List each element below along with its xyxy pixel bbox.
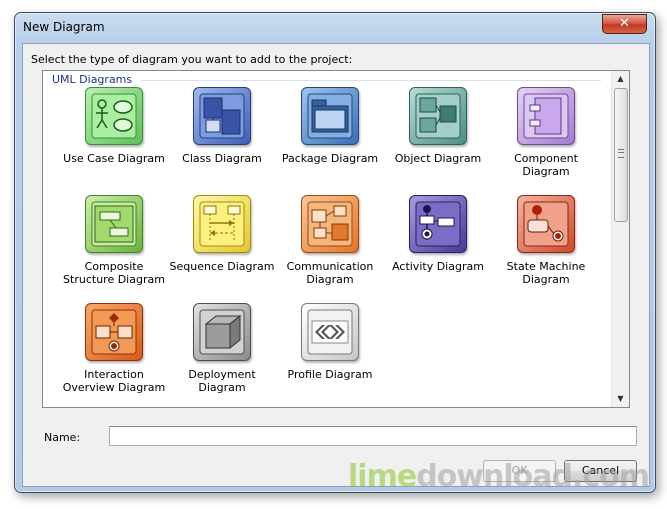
deployment-icon [193, 303, 251, 361]
diagram-item-communication[interactable]: Communication Diagram [276, 195, 384, 286]
diagram-item-package[interactable]: Package Diagram [276, 87, 384, 165]
scrollbar-thumb[interactable] [614, 88, 628, 222]
diagram-item-state-machine[interactable]: State Machine Diagram [492, 195, 600, 286]
dialog-body: Select the type of diagram you want to a… [22, 43, 650, 487]
sequence-icon [193, 195, 251, 253]
component-icon [517, 87, 575, 145]
diagram-item-label: Sequence Diagram [169, 260, 275, 273]
diagram-item-label: Deployment Diagram [188, 368, 256, 394]
new-diagram-dialog: New Diagram ✕ Select the type of diagram… [14, 12, 656, 493]
diagram-item-label: Package Diagram [281, 152, 379, 165]
composite-structure-icon [85, 195, 143, 253]
diagram-item-deployment[interactable]: Deployment Diagram [168, 303, 276, 394]
diagram-item-sequence[interactable]: Sequence Diagram [168, 195, 276, 273]
diagram-item-interaction-overview[interactable]: Interaction Overview Diagram [60, 303, 168, 394]
diagram-item-label: Composite Structure Diagram [63, 260, 165, 286]
close-icon: ✕ [619, 16, 630, 31]
interaction-overview-icon [85, 303, 143, 361]
vertical-scrollbar[interactable]: ▲ ▼ [611, 71, 629, 407]
diagram-item-object[interactable]: Object Diagram [384, 87, 492, 165]
diagram-item-label: Use Case Diagram [63, 152, 165, 165]
diagram-item-composite-structure[interactable]: Composite Structure Diagram [60, 195, 168, 286]
name-input[interactable] [109, 426, 637, 446]
object-icon [409, 87, 467, 145]
diagram-item-label: Class Diagram [182, 152, 262, 165]
activity-icon [409, 195, 467, 253]
diagram-item-label: Communication Diagram [286, 260, 374, 286]
profile-icon [301, 303, 359, 361]
diagram-item-label: Component Diagram [514, 152, 578, 178]
scroll-up-icon[interactable]: ▲ [612, 71, 629, 87]
diagram-item-class[interactable]: Class Diagram [168, 87, 276, 165]
group-divider [141, 80, 601, 81]
diagram-item-profile[interactable]: Profile Diagram [276, 303, 384, 381]
name-label: Name: [44, 431, 81, 444]
class-icon [193, 87, 251, 145]
title-bar[interactable]: New Diagram ✕ [15, 13, 655, 41]
state-machine-icon [517, 195, 575, 253]
diagram-item-label: State Machine Diagram [506, 260, 586, 286]
grip-icon [618, 149, 624, 158]
watermark-part1: lime [348, 459, 417, 494]
window-title: New Diagram [23, 20, 105, 34]
package-icon [301, 87, 359, 145]
diagram-item-label: Profile Diagram [287, 368, 373, 381]
scroll-down-icon[interactable]: ▼ [612, 391, 629, 407]
diagram-item-component[interactable]: Component Diagram [492, 87, 600, 178]
watermark-part2: download.com [416, 459, 650, 494]
diagram-item-label: Activity Diagram [392, 260, 484, 273]
diagram-item-label: Object Diagram [394, 152, 482, 165]
diagram-item-use-case[interactable]: Use Case Diagram [60, 87, 168, 165]
diagram-item-label: Interaction Overview Diagram [62, 368, 166, 394]
group-header-uml: UML Diagrams [52, 73, 133, 86]
watermark: limedownload.com [348, 459, 650, 494]
close-button[interactable]: ✕ [602, 14, 647, 34]
diagram-item-activity[interactable]: Activity Diagram [384, 195, 492, 273]
use-case-icon [85, 87, 143, 145]
diagram-type-list[interactable]: UML Diagrams Use Case Diagram Class Diag… [42, 70, 630, 408]
communication-icon [301, 195, 359, 253]
instruction-text: Select the type of diagram you want to a… [31, 53, 353, 66]
